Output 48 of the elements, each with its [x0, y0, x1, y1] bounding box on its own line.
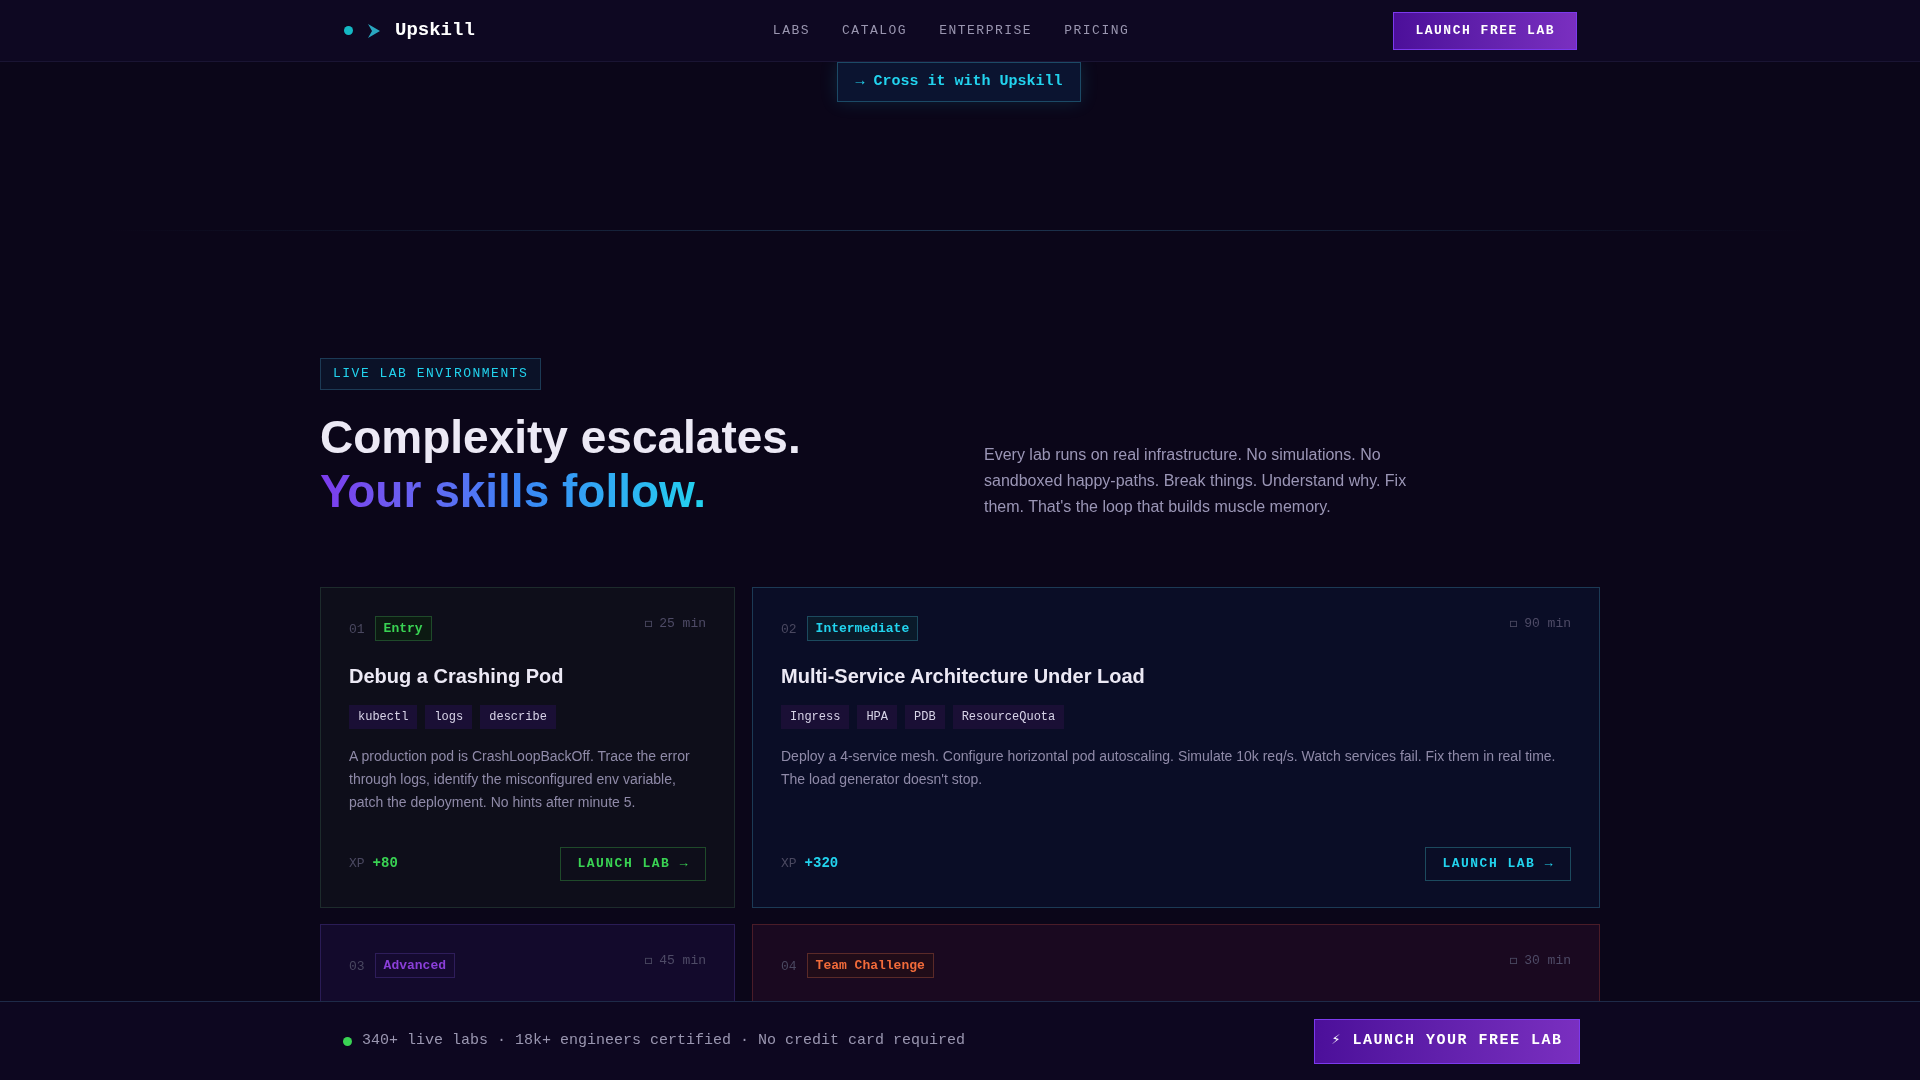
section-description: Every lab runs on real infrastructure. No simulations. No sandboxed happy-paths. Break things. Understand why. Fix them. That's the loop that builds muscle memory. [984, 444, 1408, 517]
difficulty-badge: Team Challenge [806, 952, 934, 978]
nav-link[interactable]: LABS [772, 20, 811, 41]
tool-tag: describe [480, 705, 556, 729]
tool-tag: logs [425, 705, 473, 729]
duration-label: 25 min [659, 614, 706, 633]
tool-tag: kubectl [349, 705, 418, 729]
duration-label: 90 min [1524, 614, 1571, 633]
lab-description: A production pod is CrashLoopBackOff. Trace the error through logs, identify the misconfigured env variable, patch the deployment. No hints after minute 5. [349, 747, 691, 812]
lab-description: Deploy a 4-service mesh. Configure horizontal pod autoscaling. Simulate 10k req/s. Watch services fail. Fix them in real time. The load generator doesn't stop. [781, 747, 1557, 789]
section-badge: LIVE LAB ENVIRONMENTS [320, 358, 542, 390]
status-dot-icon [344, 26, 353, 35]
duration-label: 30 min [1524, 951, 1571, 970]
lab-number: 02 [781, 620, 797, 639]
xp-value: +320 [804, 854, 839, 873]
tool-tag: HPA [857, 705, 898, 729]
duration-label: 45 min [659, 951, 706, 970]
xp-label: XP [781, 854, 797, 873]
tool-tag: ResourceQuota [952, 705, 1065, 729]
launch-free-lab-button[interactable]: LAUNCH FREE LAB [1393, 11, 1577, 50]
stats-text: 340+ live labs · 18k+ engineers certified · No credit card required [362, 1030, 966, 1051]
clock-icon [645, 956, 653, 964]
lab-number: 03 [349, 957, 365, 976]
clock-icon [1510, 956, 1518, 964]
section-heading: Complexity escalates. [320, 409, 802, 464]
play-arrow-icon [367, 22, 381, 39]
launch-lab-button[interactable]: LAUNCH LAB → [1425, 846, 1571, 881]
clock-icon [645, 619, 653, 627]
lab-title: Multi-Service Architecture Under Load [781, 664, 1146, 689]
lab-number: 04 [781, 957, 797, 976]
brand-logo[interactable]: Upskill [395, 16, 475, 45]
tool-tag: Ingress [781, 705, 850, 729]
tool-tag: PDB [905, 705, 945, 729]
difficulty-badge: Entry [374, 615, 432, 641]
lab-number: 01 [349, 620, 365, 639]
nav-link[interactable]: ENTERPRISE [939, 20, 1033, 41]
xp-value: +80 [372, 854, 398, 873]
nav-link[interactable]: PRICING [1064, 20, 1130, 41]
difficulty-badge: Advanced [374, 952, 456, 978]
clock-icon [1510, 619, 1518, 627]
xp-label: XP [349, 854, 365, 873]
nav-link[interactable]: CATALOG [842, 20, 908, 41]
launch-your-free-lab-button[interactable]: ⚡ LAUNCH YOUR FREE LAB [1314, 1018, 1580, 1064]
cross-it-button[interactable]: → Cross it with Upskill [837, 62, 1081, 102]
launch-lab-button[interactable]: LAUNCH LAB → [560, 846, 706, 881]
difficulty-badge: Intermediate [806, 615, 919, 641]
lab-title: Debug a Crashing Pod [349, 664, 565, 689]
status-dot-icon [343, 1036, 352, 1046]
